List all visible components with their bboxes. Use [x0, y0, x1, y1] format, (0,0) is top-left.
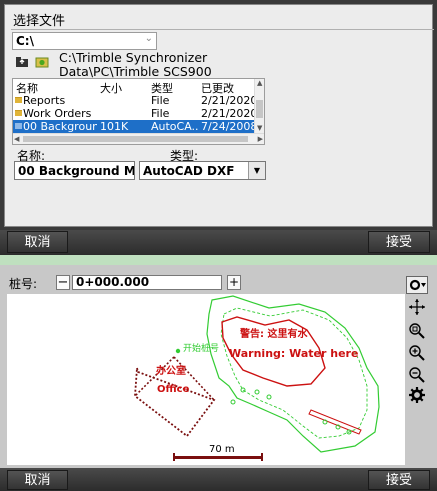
current-path-line2: Data\PC\Trimble SCS900 [59, 64, 212, 79]
map-cancel-button[interactable]: 取消 [7, 470, 68, 490]
folder-icon [15, 110, 22, 116]
file-name-field[interactable]: 00 Background Map. [14, 161, 135, 180]
list-item[interactable]: Reports File 2/21/2020 .. [13, 94, 255, 107]
new-folder-icon[interactable] [35, 55, 49, 68]
map-drawing: 开始桩号 警告: 这里有水 Warning: Water here 办公室 Of… [134, 295, 380, 461]
list-item[interactable]: Work Orders File 2/21/2020 .. [13, 107, 255, 120]
map-options-button[interactable] [405, 276, 429, 297]
office-label-en: Office [157, 384, 190, 395]
office-outline [134, 367, 216, 438]
scroll-up-icon[interactable]: ▲ [257, 79, 262, 87]
chevron-down-icon: ⌄ [144, 33, 153, 44]
scale-label: 70 m [209, 444, 235, 455]
select-file-dialog: 选择文件 C:\ ⌄ C:\Trimble Synchronizer Data\… [0, 0, 437, 230]
horizontal-scroll-thumb[interactable] [23, 136, 248, 142]
folder-up-icon[interactable] [15, 55, 30, 68]
map-toolbar [405, 276, 431, 404]
zoom-out-button[interactable] [405, 366, 429, 387]
file-type-value: AutoCAD DXF [143, 164, 235, 178]
dxf-file-icon [15, 123, 22, 129]
zoom-extents-icon [409, 323, 425, 339]
gear-icon [409, 387, 425, 403]
pan-icon [409, 299, 425, 315]
dropdown-arrow-icon[interactable]: ▼ [248, 162, 265, 179]
station-decrement-button[interactable]: − [56, 275, 70, 290]
horizontal-scrollbar[interactable]: ◀ ▶ [13, 133, 264, 144]
zoom-out-icon [409, 367, 425, 383]
folder-icon [15, 97, 22, 103]
zoom-in-icon [409, 345, 425, 361]
list-item-selected[interactable]: 00 Backgroun... 101K AutoCA... 7/24/2008… [13, 120, 255, 133]
scroll-left-icon[interactable]: ◀ [14, 135, 19, 143]
file-list[interactable]: 名称 大小 类型 已更改 Reports File 2/21/2020 .. W… [12, 78, 265, 145]
scroll-down-icon[interactable]: ▼ [257, 124, 262, 132]
pan-button[interactable] [405, 298, 429, 319]
dialog-panel: 选择文件 C:\ ⌄ C:\Trimble Synchronizer Data\… [4, 4, 434, 227]
station-input[interactable]: 0+000.000 [72, 275, 222, 290]
station-label: 桩号: [9, 277, 38, 291]
start-station-label: 开始桩号 [183, 342, 219, 354]
map-canvas[interactable]: 开始桩号 警告: 这里有水 Warning: Water here 办公室 Of… [7, 294, 405, 465]
current-path-line1: C:\Trimble Synchronizer [59, 50, 208, 65]
zoom-in-button[interactable] [405, 344, 429, 365]
gear-menu-icon [406, 276, 428, 294]
zoom-extents-button[interactable] [405, 322, 429, 343]
file-type-select[interactable]: AutoCAD DXF ▼ [139, 161, 266, 180]
drive-value: C:\ [16, 34, 34, 48]
cancel-button[interactable]: 取消 [7, 231, 68, 253]
dialog-title: 选择文件 [13, 14, 66, 29]
warning-label-cn: 警告: 这里有水 [239, 327, 308, 340]
station-increment-button[interactable]: + [227, 275, 241, 290]
accept-button[interactable]: 接受 [368, 231, 430, 253]
screen-separator [0, 255, 437, 265]
vertical-scrollbar[interactable]: ▲ ▼ [254, 79, 264, 133]
vertical-scroll-thumb[interactable] [256, 100, 263, 118]
site-boundary [206, 295, 380, 453]
drive-dropdown[interactable]: C:\ ⌄ [12, 32, 157, 50]
path-toolbar [15, 55, 49, 69]
map-accept-button[interactable]: 接受 [368, 470, 430, 490]
warning-label-en: Warning: Water here [229, 347, 358, 360]
office-label-cn: 办公室 [156, 364, 186, 377]
settings-button[interactable] [405, 386, 429, 407]
title-divider [11, 29, 434, 30]
scroll-right-icon[interactable]: ▶ [258, 135, 263, 143]
